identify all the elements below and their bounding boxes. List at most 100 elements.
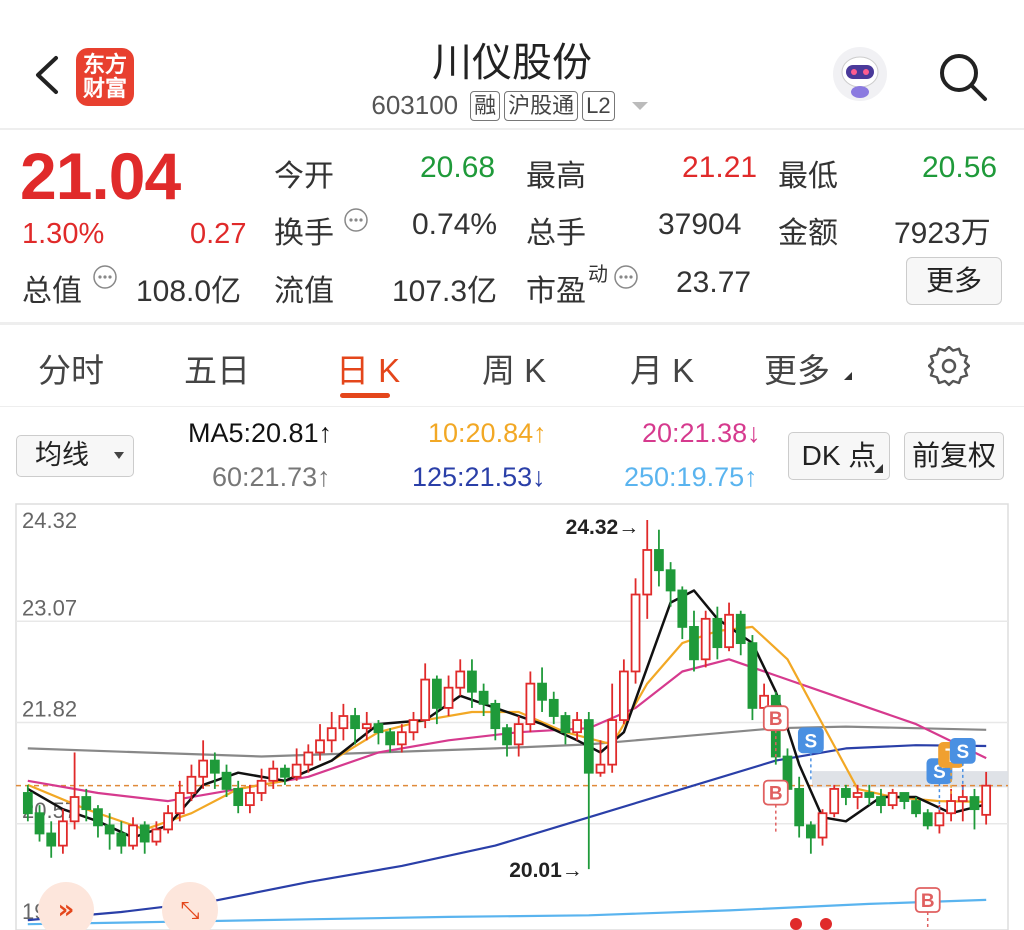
search-icon[interactable] xyxy=(936,50,990,109)
candle-up xyxy=(700,617,711,661)
candle-down xyxy=(922,812,933,827)
signal-badge-label: B xyxy=(769,709,783,730)
volume-label: 总手 xyxy=(526,217,586,250)
gear-icon[interactable] xyxy=(928,346,970,388)
candle-up xyxy=(361,723,372,730)
candle-up xyxy=(420,678,431,721)
candle-down xyxy=(876,796,886,807)
candle-down xyxy=(899,792,910,802)
dk-point-label: DK 点 xyxy=(801,440,877,471)
candle-up xyxy=(303,751,314,766)
corner-triangle-icon xyxy=(874,464,883,473)
candle-up xyxy=(128,824,138,847)
high-value: 21.21 xyxy=(682,151,758,184)
volume-value: 37904 xyxy=(658,208,742,241)
signal-badge-label: B xyxy=(921,891,935,912)
candle-down xyxy=(735,613,746,645)
float-value: 107.3亿 xyxy=(392,275,498,308)
candle-down xyxy=(911,800,921,815)
low-value: 20.56 xyxy=(922,151,998,184)
info-dots-icon[interactable] xyxy=(92,264,118,290)
candle-up xyxy=(572,719,582,734)
adjust-mode-button[interactable]: 前复权 xyxy=(904,432,1004,480)
tab-five-day[interactable]: 五日 xyxy=(184,344,250,392)
assistant-robot-icon[interactable] xyxy=(832,46,888,102)
candle-down xyxy=(537,682,547,701)
candle-up xyxy=(595,763,606,774)
candle-up xyxy=(256,779,267,794)
candle-up xyxy=(618,670,629,721)
candle-up xyxy=(981,784,992,816)
signal-badge-label: S xyxy=(805,731,818,752)
candle-down xyxy=(139,824,150,843)
candle-down xyxy=(665,569,676,592)
candle-down xyxy=(805,824,816,839)
candle-down xyxy=(467,670,477,693)
ma5-value: MA5:20.81↑ xyxy=(188,418,333,448)
low-price-marker: 20.01→ xyxy=(509,859,583,882)
candle-down xyxy=(233,788,244,807)
candle-down xyxy=(747,642,758,709)
candle-down xyxy=(373,723,384,734)
chevron-down-icon xyxy=(114,452,124,459)
ma125-value: 125:21.53↓ xyxy=(412,462,546,492)
candle-down xyxy=(22,792,33,815)
indicator-select-value: 均线 xyxy=(35,440,89,470)
ma250-value: 250:19.75↑ xyxy=(624,462,758,492)
candle-up xyxy=(887,792,898,807)
candle-up xyxy=(642,549,653,596)
candle-up xyxy=(174,792,185,815)
candle-down xyxy=(104,824,115,835)
ma10-value: 10:20.84↑ xyxy=(428,418,547,448)
gap-band xyxy=(812,771,1008,788)
turnover-value: 0.74% xyxy=(412,208,498,241)
y-axis-tick-label: 23.07 xyxy=(22,595,77,620)
turnover-label: 换手 xyxy=(274,217,334,250)
candle-up xyxy=(58,820,68,847)
candle-up xyxy=(513,723,524,746)
info-dots-icon[interactable] xyxy=(343,207,369,233)
tab-monthly-k[interactable]: 月 K xyxy=(630,344,694,392)
change-percent: 1.30% xyxy=(22,218,105,250)
dropdown-triangle-icon[interactable] xyxy=(627,96,653,116)
candle-up xyxy=(396,731,407,746)
float-label: 流值 xyxy=(274,275,334,308)
mktcap-label: 总值 xyxy=(22,275,82,308)
candlestick-chart[interactable]: 24.3223.0721.8220.5719.3224.32→20.01→BSB… xyxy=(0,500,1024,930)
stock-code: 603100 xyxy=(371,90,459,120)
expand-arrows-icon: ⤡ xyxy=(180,896,199,924)
candle-down xyxy=(677,589,688,628)
candle-down xyxy=(280,767,290,778)
candle-up xyxy=(630,593,641,673)
info-dots-icon[interactable] xyxy=(613,264,639,290)
candle-down xyxy=(46,832,57,847)
tab-more[interactable]: 更多 xyxy=(764,344,830,392)
candle-up xyxy=(151,828,162,843)
indicator-select[interactable]: 均线 xyxy=(16,435,134,477)
ma20-value: 20:21.38↓ xyxy=(642,418,761,448)
candle-up xyxy=(326,727,337,742)
candle-up xyxy=(268,767,279,782)
margin-tag: 融 xyxy=(470,90,501,121)
pe-value: 23.77 xyxy=(676,266,752,299)
candle-up xyxy=(291,763,302,778)
candle-up xyxy=(455,670,466,689)
more-quote-button[interactable]: 更多 xyxy=(906,257,1002,305)
candle-up xyxy=(443,686,454,709)
candle-down xyxy=(560,715,571,734)
candle-up xyxy=(408,719,419,734)
pe-label: 市盈 xyxy=(526,275,586,308)
last-price: 21.04 xyxy=(20,139,181,213)
low-label: 最低 xyxy=(778,160,838,193)
tab-weekly-k[interactable]: 周 K xyxy=(482,344,546,392)
dk-point-button[interactable]: DK 点 xyxy=(788,432,890,480)
candle-down xyxy=(864,792,875,798)
candle-down xyxy=(490,702,501,730)
tab-intraday[interactable]: 分时 xyxy=(38,344,104,392)
y-axis-tick-label: 24.32 xyxy=(22,508,77,533)
tab-daily-k[interactable]: 日 K xyxy=(336,344,400,392)
active-tab-indicator xyxy=(340,393,390,398)
candle-down xyxy=(116,832,127,847)
candle-up xyxy=(957,796,968,802)
quote-divider xyxy=(0,322,1024,325)
